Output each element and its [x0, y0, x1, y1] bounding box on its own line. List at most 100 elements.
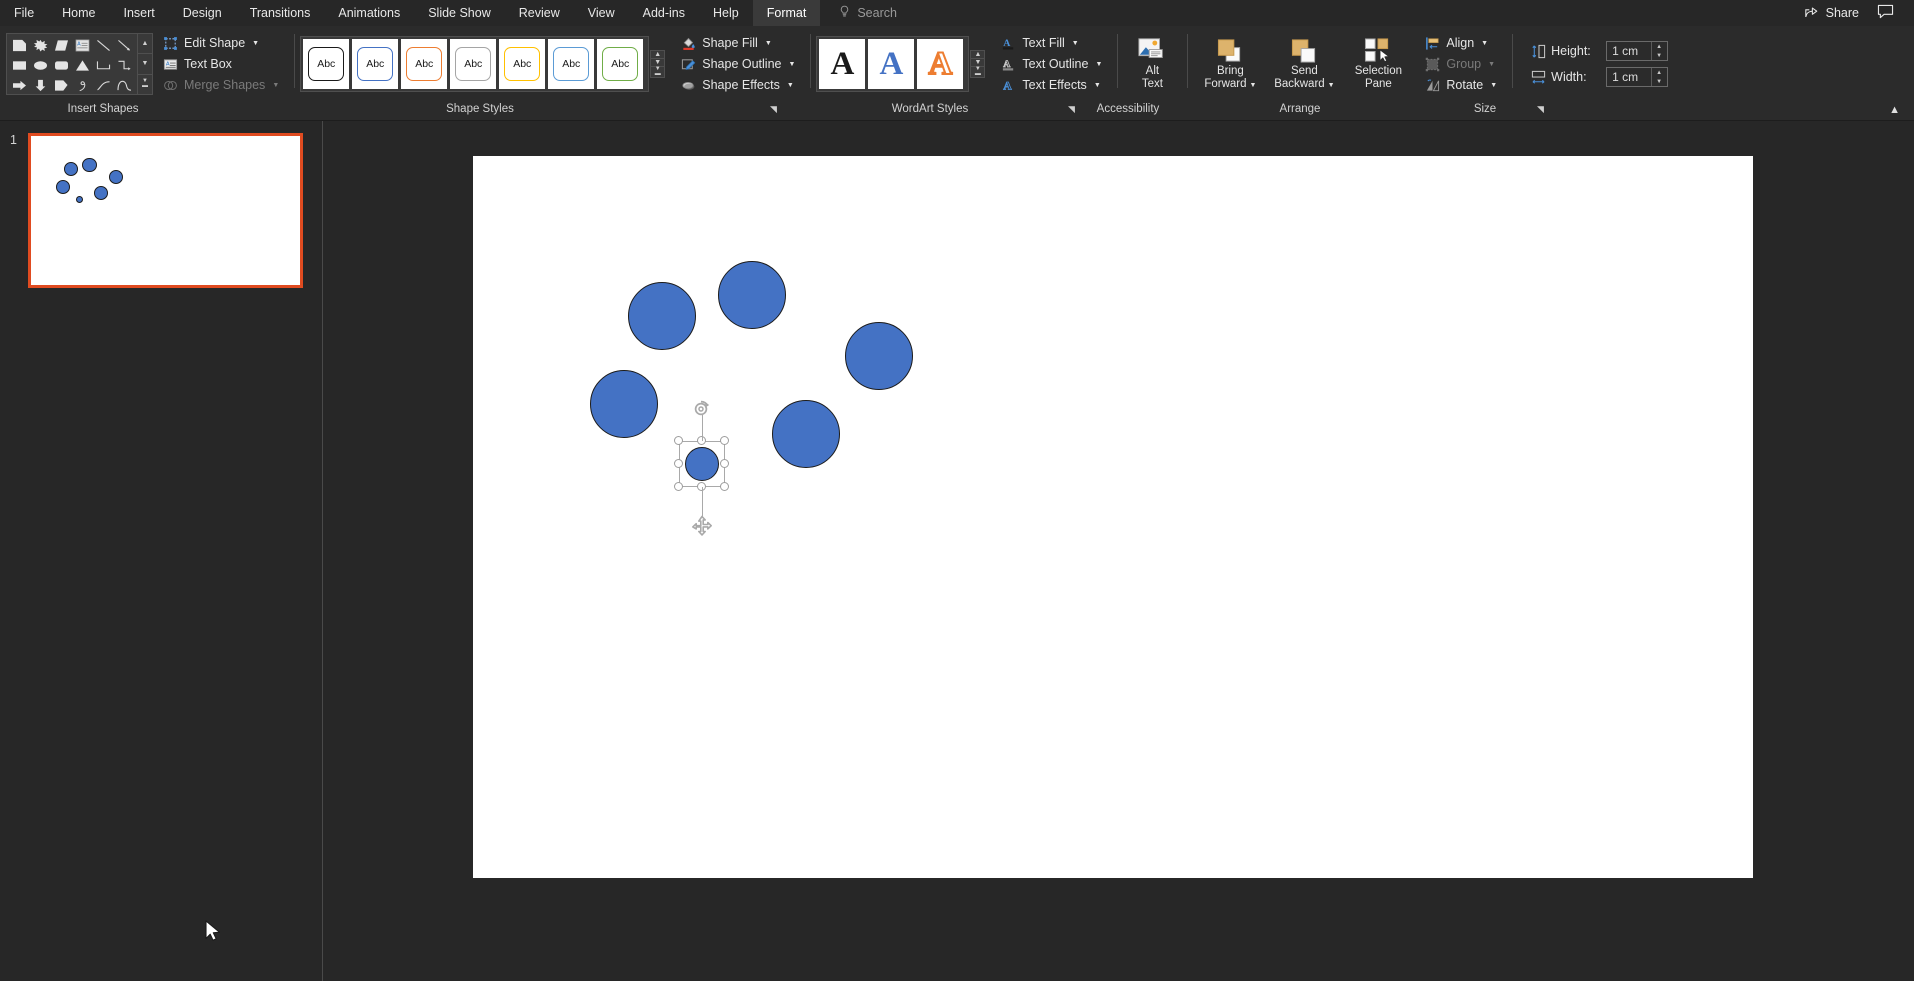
slide-canvas[interactable]	[473, 156, 1753, 878]
rotate-button[interactable]: Rotate ▼	[1419, 76, 1502, 95]
tab-slide-show[interactable]: Slide Show	[414, 0, 505, 26]
resize-handle-1[interactable]	[673, 435, 683, 445]
more-styles-icon[interactable]: ▼ ▬	[651, 66, 665, 77]
shape-style-thumb-5[interactable]: Abc	[499, 39, 546, 89]
text-fill-button[interactable]: A Text Fill ▼	[995, 34, 1107, 53]
tab-design[interactable]: Design	[169, 0, 236, 26]
elbow-connector-icon[interactable]	[93, 55, 114, 75]
wordart-styles-buttons: A Text Fill ▼ A Text Outline ▼ A Text Ef…	[985, 33, 1111, 95]
edit-shape-button[interactable]: Edit Shape ▼	[157, 34, 284, 53]
more-shapes-icon[interactable]: ▼ ▬	[138, 74, 152, 94]
circle-4[interactable]	[590, 370, 658, 438]
line-arrow-icon[interactable]	[114, 35, 135, 55]
shape-style-thumb-4[interactable]: Abc	[450, 39, 497, 89]
circle-5[interactable]	[772, 400, 840, 468]
tab-animations[interactable]: Animations	[324, 0, 414, 26]
tab-add-ins[interactable]: Add-ins	[629, 0, 699, 26]
rectangle-icon[interactable]	[9, 55, 30, 75]
more-wordart-icon[interactable]: ▼ ▬	[971, 66, 985, 77]
resize-handle-3[interactable]	[719, 435, 729, 445]
resize-handle-7[interactable]	[696, 481, 706, 491]
isosceles-triangle-icon[interactable]	[72, 55, 93, 75]
tab-format[interactable]: Format	[752, 0, 821, 26]
tab-transitions[interactable]: Transitions	[236, 0, 325, 26]
wordart-style-thumb-1[interactable]: A	[819, 39, 866, 89]
line-icon[interactable]	[93, 35, 114, 55]
search-box[interactable]: Search	[820, 0, 897, 26]
tab-home[interactable]: Home	[48, 0, 109, 26]
scribble-icon[interactable]	[72, 75, 93, 95]
oval-icon[interactable]	[30, 55, 51, 75]
explosion-icon[interactable]	[30, 35, 51, 55]
spin-up-icon[interactable]: ▲	[1652, 68, 1666, 77]
curve-icon[interactable]	[93, 75, 114, 95]
circle-2[interactable]	[718, 261, 786, 329]
wordart-style-thumb-3[interactable]: A	[917, 39, 964, 89]
send-backward-button[interactable]: Send Backward ▼	[1267, 32, 1341, 96]
shape-style-thumb-6[interactable]: Abc	[548, 39, 595, 89]
resize-handle-5[interactable]	[719, 458, 729, 468]
shape-styles-gallery[interactable]: Abc Abc Abc Abc Abc Abc Abc	[300, 36, 650, 92]
height-spinbox[interactable]: ▲ ▼	[1606, 41, 1669, 61]
shapes-gallery[interactable]: A ▲ ▼ ▼ ▬	[6, 33, 153, 95]
spin-down-icon[interactable]: ▼	[1652, 77, 1666, 86]
slide-thumbnail-1[interactable]	[28, 133, 303, 288]
resize-handle-6[interactable]	[673, 481, 683, 491]
width-input[interactable]	[1607, 70, 1652, 84]
comment-icon[interactable]	[1877, 4, 1894, 22]
shape-fill-button[interactable]: Shape Fill ▼	[675, 34, 800, 53]
parallelogram-icon[interactable]	[51, 35, 72, 55]
folded-corner-rectangle-icon[interactable]	[9, 35, 30, 55]
group-label-accessibility: Accessibility	[1096, 103, 1160, 115]
pentagon-icon[interactable]	[51, 75, 72, 95]
wordart-styles-gallery[interactable]: AAA	[816, 36, 970, 92]
slide-thumbnail-pane[interactable]: 1	[0, 121, 323, 981]
text-box-icon[interactable]: A	[72, 35, 93, 55]
wordart-style-thumb-2[interactable]: A	[868, 39, 915, 89]
resize-handle-4[interactable]	[673, 458, 683, 468]
shape-style-thumb-1[interactable]: Abc	[303, 39, 350, 89]
circle-1[interactable]	[628, 282, 696, 350]
shape-style-thumb-2[interactable]: Abc	[352, 39, 399, 89]
chevron-up-icon[interactable]: ▲	[1889, 104, 1900, 116]
resize-handle-8[interactable]	[719, 481, 729, 491]
spin-up-icon[interactable]: ▲	[1652, 42, 1666, 51]
alt-text-button[interactable]: Alt Text	[1123, 32, 1181, 96]
size-dialog-launcher[interactable]: ◥	[1537, 105, 1546, 114]
text-effects-button[interactable]: A Text Effects ▼	[995, 76, 1107, 95]
down-arrow-icon[interactable]	[30, 75, 51, 95]
scroll-up-icon[interactable]: ▲	[651, 51, 665, 59]
right-arrow-icon[interactable]	[9, 75, 30, 95]
circle-3[interactable]	[845, 322, 913, 390]
tab-review[interactable]: Review	[505, 0, 574, 26]
height-input[interactable]	[1607, 44, 1652, 58]
slide-editor[interactable]	[205, 121, 1914, 981]
rotation-handle-icon[interactable]	[691, 399, 713, 424]
spin-down-icon[interactable]: ▼	[1652, 51, 1666, 60]
shape-style-thumb-7[interactable]: Abc	[597, 39, 644, 89]
text-outline-button[interactable]: A Text Outline ▼	[995, 55, 1107, 74]
tab-help[interactable]: Help	[699, 0, 753, 26]
text-box-button[interactable]: A Text Box	[157, 55, 284, 74]
text-fill-label: Text Fill	[1022, 36, 1065, 50]
selection-pane-button[interactable]: Selection Pane	[1341, 32, 1415, 96]
move-cursor-icon[interactable]	[690, 515, 714, 544]
align-button[interactable]: Align ▼	[1419, 34, 1502, 53]
width-spinbox[interactable]: ▲ ▼	[1606, 67, 1669, 87]
scroll-up-icon[interactable]: ▲	[971, 51, 985, 59]
shape-effects-button[interactable]: Shape Effects ▼	[675, 76, 800, 95]
scroll-down-icon[interactable]: ▼	[138, 54, 152, 75]
resize-handle-2[interactable]	[696, 435, 706, 445]
shape-style-thumb-3[interactable]: Abc	[401, 39, 448, 89]
share-button[interactable]: Share	[1804, 5, 1859, 22]
elbow-arrow-connector-icon[interactable]	[114, 55, 135, 75]
shape-styles-dialog-launcher[interactable]: ◥	[770, 105, 779, 114]
shape-outline-button[interactable]: Shape Outline ▼	[675, 55, 800, 74]
arc-icon[interactable]	[114, 75, 135, 95]
bring-forward-button[interactable]: Bring Forward ▼	[1193, 32, 1267, 96]
tab-file[interactable]: File	[0, 0, 48, 26]
scroll-up-icon[interactable]: ▲	[138, 34, 152, 55]
rounded-rectangle-icon[interactable]	[51, 55, 72, 75]
tab-insert[interactable]: Insert	[110, 0, 169, 26]
tab-view[interactable]: View	[574, 0, 629, 26]
